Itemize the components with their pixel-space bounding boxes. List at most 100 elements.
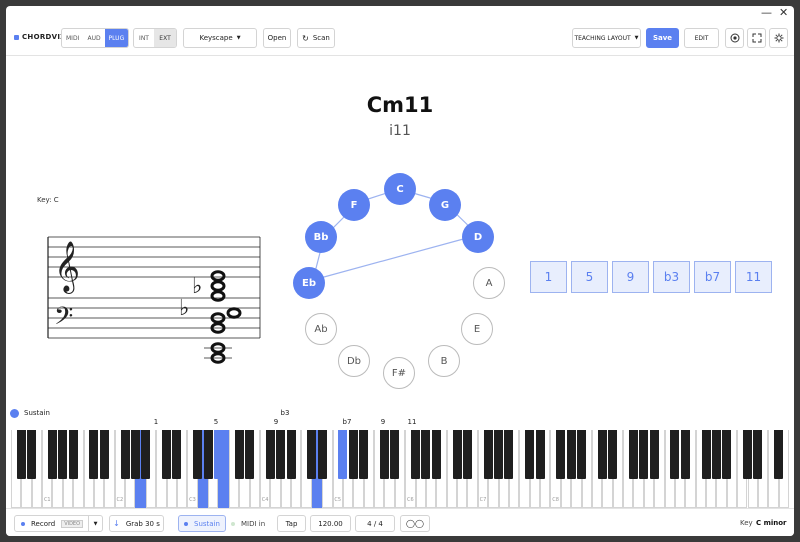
- black-key[interactable]: [411, 430, 421, 479]
- record-button[interactable]: Record VIDEO ▼: [14, 515, 103, 532]
- sustain-toggle[interactable]: Sustain: [178, 515, 226, 532]
- black-key[interactable]: [556, 430, 566, 479]
- fullscreen-button[interactable]: [747, 28, 766, 48]
- black-key[interactable]: [504, 430, 514, 479]
- settings-button[interactable]: [769, 28, 788, 48]
- black-key[interactable]: [566, 430, 576, 479]
- grab-button[interactable]: ↓ Grab 30 s: [109, 515, 164, 532]
- black-key[interactable]: [535, 430, 545, 479]
- save-button[interactable]: Save: [646, 28, 679, 48]
- metronome-toggle[interactable]: ◯◯: [400, 515, 430, 532]
- black-key[interactable]: [141, 430, 151, 479]
- black-key[interactable]: [649, 430, 659, 479]
- source-mode-plug[interactable]: PLUG: [104, 29, 128, 47]
- black-key[interactable]: [172, 430, 182, 479]
- black-key[interactable]: [577, 430, 587, 479]
- io-mode-int[interactable]: INT: [134, 29, 154, 47]
- tap-tempo-button[interactable]: Tap: [277, 515, 306, 532]
- black-key[interactable]: [162, 430, 172, 479]
- black-key[interactable]: [317, 430, 327, 479]
- black-key[interactable]: [452, 430, 462, 479]
- black-key[interactable]: [99, 430, 109, 479]
- black-key[interactable]: [711, 430, 721, 479]
- black-key[interactable]: [245, 430, 255, 479]
- grab-label: Grab 30 s: [125, 519, 160, 528]
- piano-keyboard[interactable]: C1 C2 C3 C4 C5 C6 C7 C8: [11, 430, 789, 508]
- chevron-down-icon: ▼: [236, 35, 241, 41]
- source-mode-midi[interactable]: MIDI: [62, 29, 83, 47]
- circle-connector-lines: [312, 188, 479, 281]
- scan-button-label: Scan: [312, 34, 330, 42]
- io-mode-ext[interactable]: EXT: [154, 29, 176, 47]
- black-key[interactable]: [213, 430, 223, 479]
- black-key[interactable]: [47, 430, 57, 479]
- black-key[interactable]: [120, 430, 130, 479]
- open-button[interactable]: Open: [263, 28, 291, 48]
- black-key[interactable]: [16, 430, 26, 479]
- circle-note-a[interactable]: A: [473, 267, 505, 299]
- black-key[interactable]: [597, 430, 607, 479]
- black-key[interactable]: [722, 430, 732, 479]
- minimize-button[interactable]: —: [761, 7, 772, 19]
- black-key[interactable]: [701, 430, 711, 479]
- black-key[interactable]: [307, 430, 317, 479]
- interval-minor-third: b3: [653, 261, 690, 293]
- circle-note-b[interactable]: B: [428, 345, 460, 377]
- black-key[interactable]: [525, 430, 535, 479]
- black-key[interactable]: [89, 430, 99, 479]
- black-key[interactable]: [276, 430, 286, 479]
- fullscreen-icon: [752, 33, 761, 43]
- tempo-field[interactable]: 120.00: [310, 515, 351, 532]
- circle-note-f-sharp[interactable]: F#: [383, 357, 415, 389]
- black-key[interactable]: [628, 430, 638, 479]
- source-mode-aud[interactable]: AUD: [83, 29, 104, 47]
- black-key[interactable]: [359, 430, 369, 479]
- black-key[interactable]: [431, 430, 441, 479]
- circle-note-db[interactable]: Db: [338, 345, 370, 377]
- black-key[interactable]: [743, 430, 752, 479]
- black-key[interactable]: [753, 430, 763, 479]
- black-key[interactable]: [286, 430, 296, 479]
- circle-note-d[interactable]: D: [462, 221, 494, 253]
- black-key[interactable]: [670, 430, 680, 479]
- record-menu-chevron-icon[interactable]: ▼: [88, 516, 102, 531]
- circle-note-c[interactable]: C: [384, 173, 416, 205]
- black-key[interactable]: [421, 430, 431, 479]
- black-key[interactable]: [680, 430, 690, 479]
- meter-field[interactable]: 4 / 4: [355, 515, 395, 532]
- black-key[interactable]: [58, 430, 68, 479]
- staff-notation: 𝄞 𝄢: [47, 236, 261, 364]
- black-key[interactable]: [462, 430, 472, 479]
- sustain-dot-icon: [10, 408, 19, 418]
- circle-note-e[interactable]: E: [461, 313, 493, 345]
- black-key[interactable]: [234, 430, 244, 479]
- black-key[interactable]: [265, 430, 275, 479]
- app-window: — ✕ CHORDVIZ MIDI AUD PLUG INT EXT Keysc…: [6, 6, 794, 536]
- black-key[interactable]: [193, 430, 203, 479]
- black-key[interactable]: [203, 430, 213, 479]
- black-key[interactable]: [494, 430, 504, 479]
- device-select[interactable]: Keyscape ▼: [183, 28, 257, 48]
- circle-note-eb[interactable]: Eb: [293, 267, 325, 299]
- close-button[interactable]: ✕: [779, 7, 788, 19]
- black-key[interactable]: [774, 430, 784, 479]
- black-key[interactable]: [348, 430, 358, 479]
- black-key[interactable]: [130, 430, 140, 479]
- black-key[interactable]: [608, 430, 618, 479]
- circle-note-f[interactable]: F: [338, 189, 370, 221]
- black-key[interactable]: [390, 430, 400, 479]
- circle-note-bb[interactable]: Bb: [305, 221, 337, 253]
- circle-note-ab[interactable]: Ab: [305, 313, 337, 345]
- black-key[interactable]: [338, 430, 348, 479]
- record-toggle-button[interactable]: [725, 28, 744, 48]
- layout-select[interactable]: TEACHING LAYOUT ▼: [572, 28, 641, 48]
- black-key[interactable]: [483, 430, 493, 479]
- circle-note-g[interactable]: G: [429, 189, 461, 221]
- black-key[interactable]: [68, 430, 78, 479]
- black-key[interactable]: [379, 430, 389, 479]
- black-key[interactable]: [639, 430, 649, 479]
- edit-button[interactable]: EDIT: [684, 28, 719, 48]
- black-key[interactable]: [27, 430, 37, 479]
- keyboard-degree-label: 9: [380, 418, 386, 426]
- scan-button[interactable]: ↻ Scan: [297, 28, 335, 48]
